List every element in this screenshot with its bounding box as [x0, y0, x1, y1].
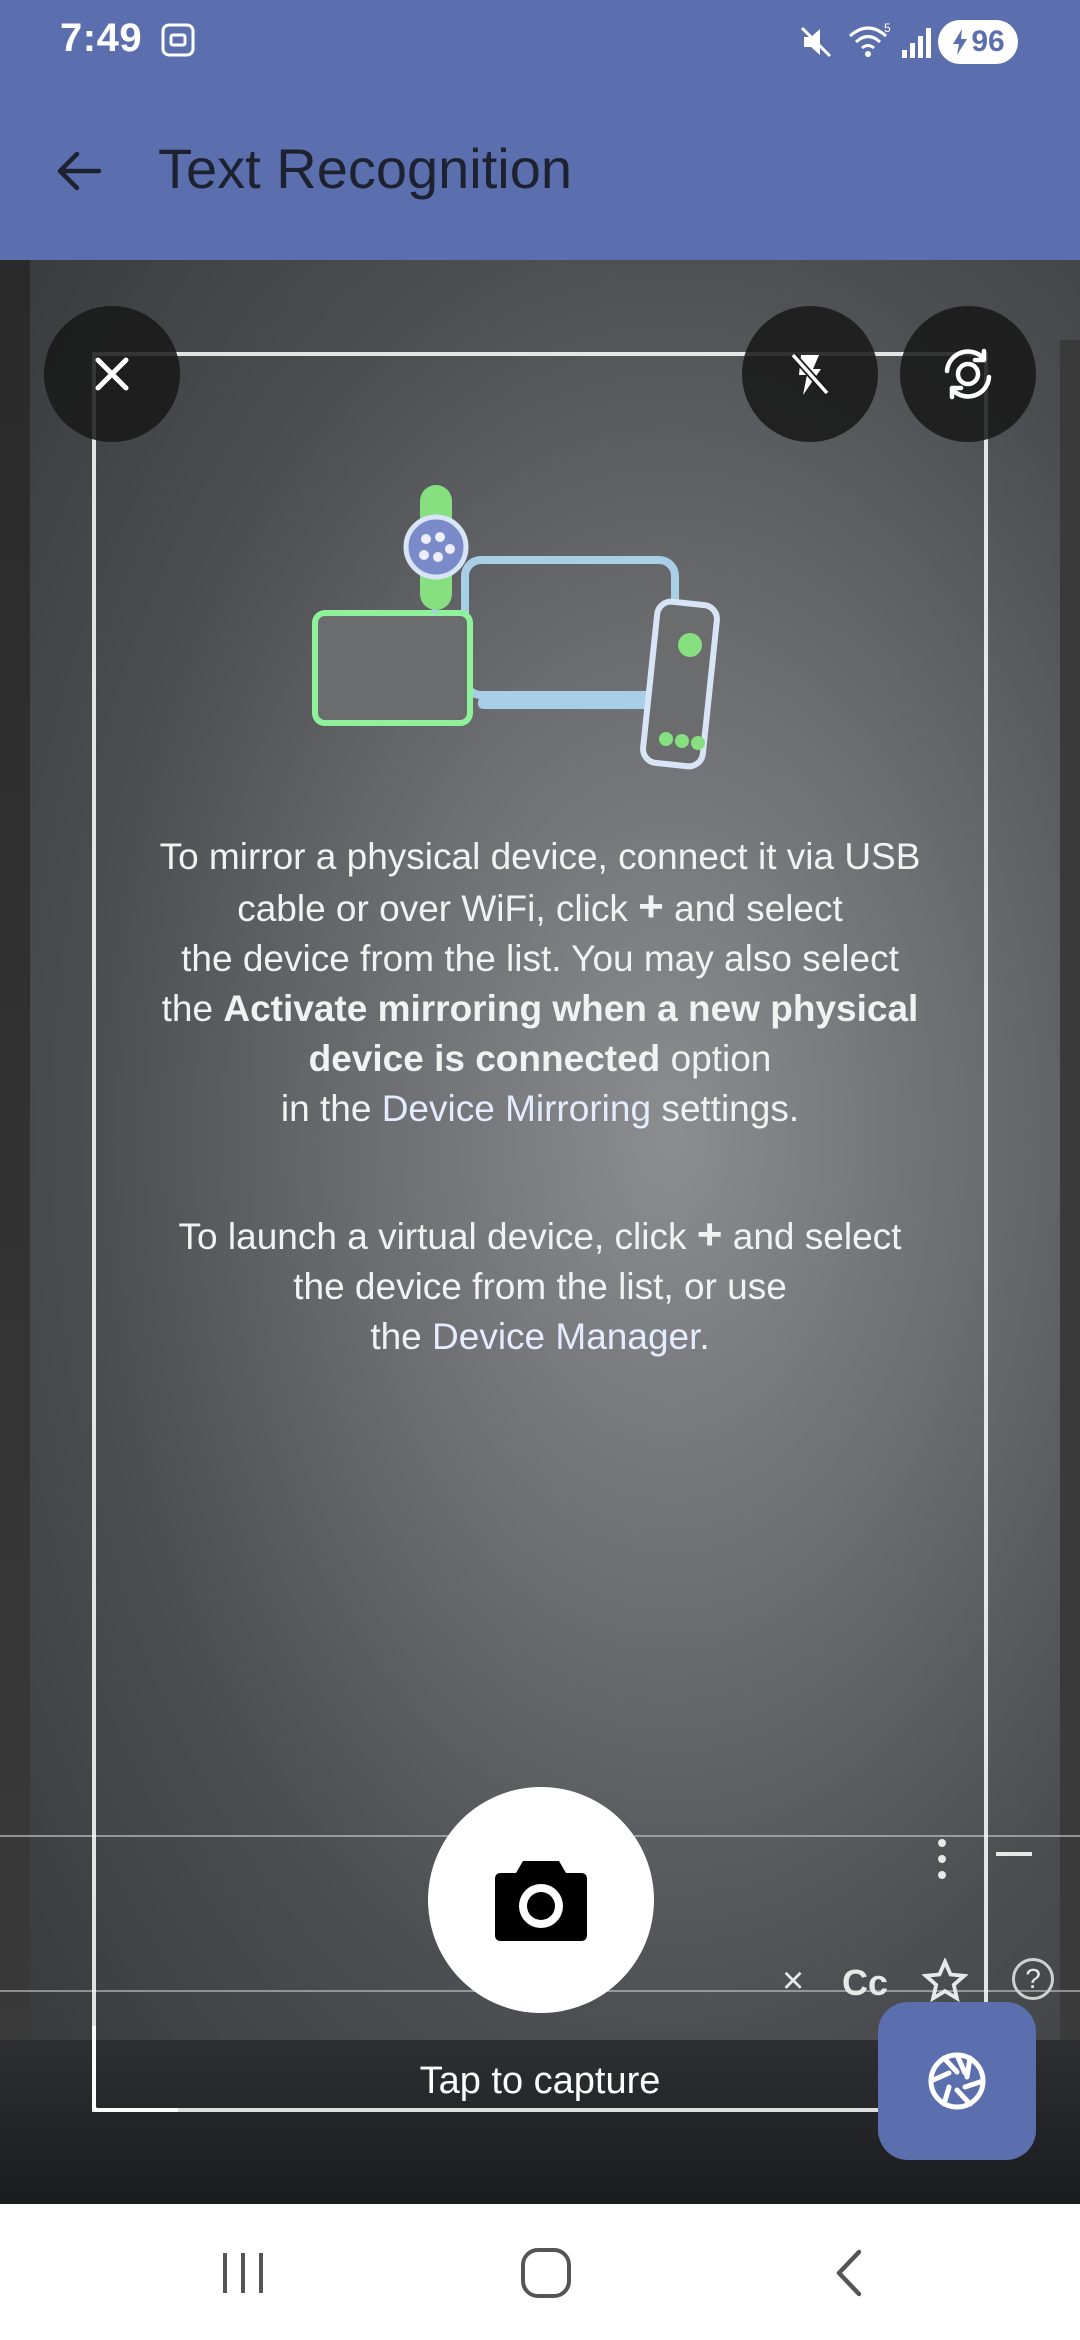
back-chevron-icon [836, 2249, 862, 2297]
flash-off-icon [790, 352, 830, 396]
app-bar: Text Recognition [0, 82, 1080, 260]
photo-edge-left [0, 260, 30, 2204]
help-icon: ? [1012, 1958, 1054, 2000]
camera-viewfinder[interactable]: To mirror a physical device, connect it … [0, 260, 1080, 2204]
minimize-icon [996, 1852, 1032, 1856]
screenshot-icon [161, 23, 195, 57]
battery-charging-icon [953, 29, 968, 55]
recents-icon [223, 2253, 263, 2293]
camera-icon [495, 1861, 587, 1941]
aperture-icon [928, 2052, 986, 2110]
system-back-button[interactable] [814, 2238, 884, 2308]
switch-camera-button[interactable] [900, 306, 1036, 442]
flash-toggle-button[interactable] [742, 306, 878, 442]
home-icon [521, 2248, 571, 2298]
home-button[interactable] [511, 2238, 581, 2308]
back-button[interactable] [44, 136, 114, 206]
mute-icon [800, 26, 832, 58]
page-title: Text Recognition [158, 137, 573, 200]
recents-button[interactable] [208, 2238, 278, 2308]
battery-level: 96 [971, 25, 1005, 58]
shutter-fab[interactable] [878, 2002, 1036, 2160]
battery-indicator: 96 [938, 20, 1018, 64]
status-bar: 7:49 5 96 [0, 0, 1080, 82]
svg-text:5: 5 [884, 21, 891, 35]
camera-switch-icon [944, 348, 992, 400]
wifi-icon: 5 [849, 21, 891, 57]
signal-icon [902, 28, 931, 58]
navigation-bar [0, 2204, 1080, 2340]
status-time: 7:49 [60, 16, 143, 60]
close-button[interactable] [44, 306, 180, 442]
capture-button[interactable] [428, 1787, 654, 2013]
close-icon [95, 357, 129, 391]
help-glyph: ? [1025, 1963, 1041, 1994]
photo-edge-right [1060, 340, 1080, 2204]
arrow-left-icon [57, 151, 102, 191]
